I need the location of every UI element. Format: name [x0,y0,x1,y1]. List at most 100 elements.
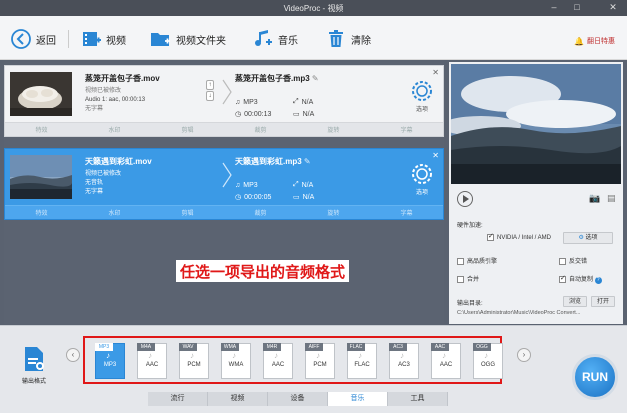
run-button[interactable]: RUN [572,354,618,400]
clear-label: 清除 [351,35,371,47]
stepper-up-icon[interactable]: ↑ [206,80,214,90]
right-panel: 📷 ▤ 硬件加速: NVIDIA / Intel / AMD ⚙ 选项 高品质引… [449,62,623,324]
back-button[interactable]: 返回 [10,28,56,50]
main-toolbar: 返回 视频 视频文件夹 音乐 清除 🔔 翻日特惠 [0,16,627,60]
format-item-wav[interactable]: WAV ♪ PCM [179,343,209,381]
add-video-button[interactable]: 视频 [80,28,126,50]
add-video-folder-label: 视频文件夹 [176,35,226,47]
edit-effect-button[interactable]: 特效 [35,125,47,134]
add-music-label: 音乐 [278,35,298,47]
minimize-icon[interactable]: – [546,1,562,14]
format-item-mp3[interactable]: MP3 ♪ MP3 [95,343,125,381]
codec-options-button[interactable]: 选项 [409,163,435,197]
output-filename-text: 蒸笼开盖包子香.mp3 [235,74,310,83]
output-size: ▭ N/A [293,110,345,119]
scroll-right-icon[interactable]: › [517,348,531,362]
format-item-ogg[interactable]: OGG ♪ OGG [473,343,503,381]
format-item-wma[interactable]: WMA ♪ WMA [221,343,251,381]
help-icon[interactable]: ? [594,277,602,284]
edit-watermark-button[interactable]: 水印 [108,208,120,217]
edit-cut-button[interactable]: 剪辑 [181,125,193,134]
tab-device[interactable]: 设备 [268,392,328,406]
edit-rotate-button[interactable]: 旋转 [327,125,339,134]
format-item-m4r[interactable]: M4R ♪ AAC [263,343,293,381]
track-stepper[interactable]: ↑ ↓ [203,79,217,105]
promo-link[interactable]: 🔔 翻日特惠 [574,36,615,46]
file-icon: ▭ [293,111,300,118]
deinterlace-checkbox[interactable]: 反交错 [559,256,587,265]
resize-icon: ⤢ [293,98,299,105]
maximize-icon[interactable]: □ [569,1,585,14]
format-label: AAC [271,362,285,368]
hw-options-button[interactable]: ⚙ 选项 [563,232,613,244]
task-row-2[interactable]: 天籁遇到彩虹.mov 视频已被修改 无音轨 无字幕 天籁遇到彩虹.mp3 ✎ ♫… [4,148,444,220]
output-filename[interactable]: 蒸笼开盖包子香.mp3 ✎ [235,73,405,84]
source-meta-audio: Audio 1: aac, 00:00:13 [85,97,146,103]
edit-crop-button[interactable]: 裁剪 [254,125,266,134]
format-item-m4a[interactable]: M4A ♪ AAC [137,343,167,381]
edit-effect-button[interactable]: 特效 [35,208,47,217]
title-bar: VideoProc - 视频 – □ ✕ [0,0,627,16]
task-row-1[interactable]: 蒸笼开盖包子香.mov 视频已被修改 Audio 1: aac, 00:00:1… [4,65,444,137]
music-icon: ♫ [235,98,241,106]
edit-subtitle-button[interactable]: 字幕 [400,125,412,134]
format-item-flac[interactable]: FLAC ♪ FLAC [347,343,377,381]
format-item-ac3[interactable]: AC3 ♪ AC3 [389,343,419,381]
hq-engine-label: 高品质引擎 [467,259,498,265]
clear-button[interactable]: 清除 [325,28,371,50]
edit-rotate-button[interactable]: 旋转 [327,208,339,217]
chevron-right-icon [221,161,233,189]
browse-button[interactable]: 浏览 [563,296,587,307]
tab-video[interactable]: 视频 [208,392,268,406]
output-duration-value: 00:00:13 [244,110,272,118]
camera-icon[interactable]: 📷 [589,193,600,204]
output-dir-label: 输出目录: [457,301,483,307]
tab-tools[interactable]: 工具 [388,392,448,406]
auto-copy-label: 自动复制 [569,277,594,283]
output-format-tool[interactable]: 输出格式 [14,342,54,392]
tab-popular[interactable]: 流行 [148,392,208,406]
add-video-label: 视频 [106,35,126,47]
format-label: AAC [439,362,453,368]
codec-options-button[interactable]: 选项 [409,80,435,114]
folder-icon[interactable]: ▤ [607,193,616,204]
hw-options-label: 选项 [585,235,598,241]
checkbox-checked-icon [487,232,494,241]
remove-task-icon[interactable]: ✕ [432,68,439,77]
edit-subtitle-button[interactable]: 字幕 [400,208,412,217]
output-filename[interactable]: 天籁遇到彩虹.mp3 ✎ [235,156,405,167]
add-video-folder-button[interactable]: 视频文件夹 [150,28,226,50]
format-item-aiff[interactable]: AIFF ♪ PCM [305,343,335,381]
merge-checkbox[interactable]: 合并 [457,274,479,283]
hw-accel-checkbox[interactable]: NVIDIA / Intel / AMD [487,232,551,241]
scroll-left-icon[interactable]: ‹ [66,348,80,362]
video-thumbnail [10,155,72,199]
window-title: VideoProc - 视频 [283,4,344,13]
clock-icon: ◷ [235,194,242,201]
pencil-icon[interactable]: ✎ [312,74,319,83]
remove-task-icon[interactable]: ✕ [432,151,439,160]
output-resolution: ⤢ N/A [293,98,345,106]
video-thumbnail [10,72,72,116]
open-button[interactable]: 打开 [591,296,615,307]
hq-engine-checkbox[interactable]: 高品质引擎 [457,256,497,265]
chevron-right-icon [221,78,233,106]
auto-copy-checkbox[interactable]: 自动复制 ? [559,274,602,284]
close-icon[interactable]: ✕ [605,1,621,14]
tab-music[interactable]: 音乐 [328,392,388,406]
output-resolution: ⤢ N/A [293,181,345,189]
format-label: FLAC [354,362,370,368]
edit-crop-button[interactable]: 裁剪 [254,208,266,217]
edit-watermark-button[interactable]: 水印 [108,125,120,134]
format-tag: MP3 [95,343,113,351]
edit-cut-button[interactable]: 剪辑 [181,208,193,217]
play-icon[interactable] [457,191,473,207]
bell-icon: 🔔 [574,36,584,46]
add-music-button[interactable]: 音乐 [252,28,298,50]
source-meta-audio: 无音轨 [85,180,104,186]
pencil-icon[interactable]: ✎ [304,157,311,166]
edit-toolbar: 特效 水印 剪辑 裁剪 旋转 字幕 [5,122,443,136]
format-item-aac[interactable]: AAC ♪ AAC [431,343,461,381]
stepper-down-icon[interactable]: ↓ [206,91,214,101]
music-note-icon: ♪ [358,351,362,360]
